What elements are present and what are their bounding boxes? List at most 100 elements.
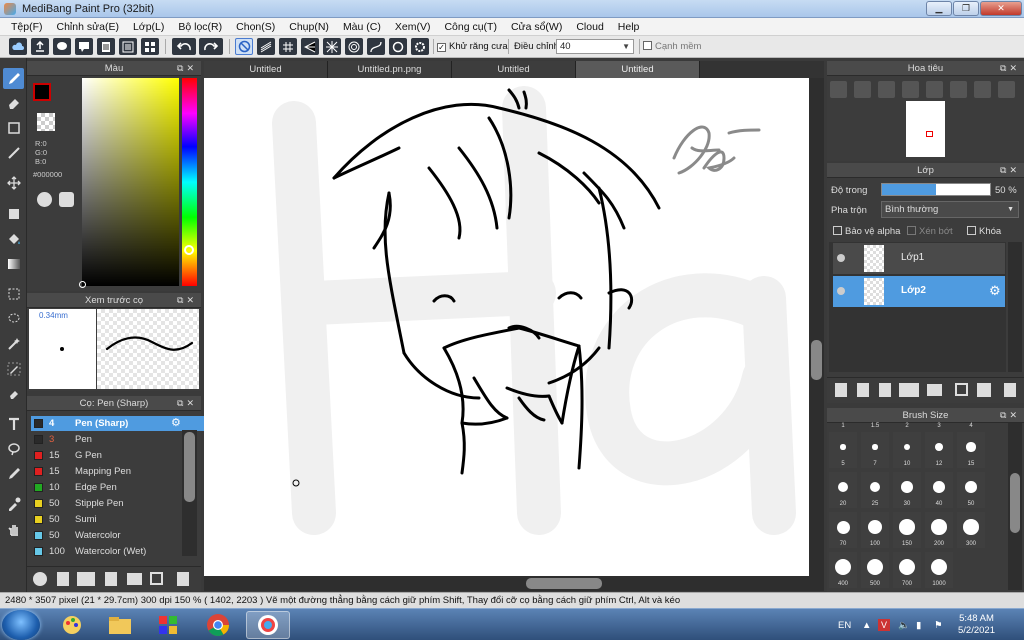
canvas-vertical-scrollbar[interactable] [809, 78, 824, 576]
duplicate-layer-icon[interactable] [955, 383, 968, 396]
minimize-button[interactable]: ▁ [926, 1, 952, 16]
actual-size-icon[interactable] [950, 81, 967, 98]
speech-icon[interactable] [75, 38, 93, 55]
tray-expand-icon[interactable]: ▲ [862, 609, 871, 640]
trash-icon[interactable] [1004, 383, 1016, 397]
add-brush-menu-icon[interactable] [77, 572, 95, 586]
brush-size-cell[interactable]: 25 [861, 472, 889, 508]
close-button[interactable]: ✕ [980, 1, 1022, 16]
tab-untitled-png[interactable]: Untitled.pn.png [328, 61, 452, 78]
brush-size-cell[interactable]: 300 [957, 512, 985, 548]
undo-icon[interactable] [172, 38, 196, 55]
new-brush-icon[interactable] [57, 572, 69, 586]
tab-untitled-2[interactable]: Untitled [452, 61, 576, 78]
rotate-right-icon[interactable] [974, 81, 991, 98]
menu-file[interactable]: Tệp(F) [4, 18, 50, 35]
ellipse-snap-icon[interactable] [389, 38, 407, 55]
menu-view[interactable]: Xem(V) [388, 18, 438, 35]
comment-icon[interactable] [53, 38, 71, 55]
edge-checkbox[interactable]: Cạnh mềm [643, 41, 701, 52]
hue-slider[interactable] [182, 78, 197, 286]
line-tool-icon[interactable] [3, 142, 24, 163]
zoom-in-icon[interactable] [854, 81, 871, 98]
brush-size-cell[interactable]: 1000 [925, 552, 953, 588]
brush-item[interactable]: 3 Pen [31, 432, 207, 447]
panel-close-icon[interactable]: ⧉✕ [177, 293, 197, 308]
redo-icon[interactable] [199, 38, 223, 55]
clipping-checkbox[interactable]: Xén bớt [907, 226, 953, 237]
zoom-fit-icon[interactable] [830, 81, 847, 98]
opacity-slider[interactable] [881, 183, 991, 196]
menu-edit[interactable]: Chỉnh sửa(E) [50, 18, 126, 35]
brush-size-cell[interactable]: 200 [925, 512, 953, 548]
bucket-tool-icon[interactable] [3, 228, 24, 249]
brush-size-cell[interactable]: 70 [829, 512, 857, 548]
restore-button[interactable]: ❐ [953, 1, 979, 16]
brush-item[interactable]: 50 Sumi [31, 512, 207, 527]
perspective-snap-icon[interactable] [301, 38, 319, 55]
select-pen-tool-icon[interactable] [3, 358, 24, 379]
flag-icon[interactable]: ⚑ [934, 609, 943, 640]
layer-list-scrollbar[interactable] [1008, 242, 1022, 372]
curve-snap-icon[interactable] [367, 38, 385, 55]
tab-untitled-1[interactable]: Untitled [204, 61, 328, 78]
brush-size-cell[interactable]: 10 [893, 432, 921, 468]
zoom-out-icon[interactable] [902, 81, 919, 98]
saturation-value-picker[interactable] [79, 78, 179, 288]
gradient-tool-icon[interactable] [3, 253, 24, 274]
divide-tool-icon[interactable] [3, 463, 24, 484]
dot-tool-icon[interactable] [3, 117, 24, 138]
menu-filter[interactable]: Bộ lọc(R) [171, 18, 229, 35]
primary-color-swatch[interactable] [33, 83, 51, 101]
merge-layer-icon[interactable] [977, 383, 991, 397]
brush-size-cell[interactable]: 12 [925, 432, 953, 468]
brush-item-selected[interactable]: 4 Pen (Sharp) ⚙ [31, 416, 207, 431]
brush-size-cell[interactable]: 15 [957, 432, 985, 468]
brush-size-label[interactable]: 4 [957, 423, 985, 429]
vscroll-thumb[interactable] [811, 340, 822, 380]
new-color-layer-icon[interactable] [857, 383, 869, 397]
panel-close-icon[interactable]: ⧉✕ [1000, 163, 1020, 178]
brush-tool-icon[interactable] [3, 68, 24, 89]
brush-item[interactable]: 50 Stipple Pen [31, 496, 207, 511]
menu-select[interactable]: Chọn(S) [229, 18, 282, 35]
panel-close-icon[interactable]: ⧉✕ [1000, 408, 1020, 423]
add-layer-menu-icon[interactable] [899, 383, 919, 397]
snap-settings-icon[interactable] [411, 38, 429, 55]
antivirus-icon[interactable]: V [878, 609, 890, 640]
move-tool-icon[interactable] [3, 172, 24, 193]
trash-icon[interactable] [177, 572, 189, 586]
viewport-indicator[interactable] [926, 131, 933, 137]
grid-snap-icon[interactable] [279, 38, 297, 55]
fit-window-icon[interactable] [878, 81, 895, 98]
network-icon[interactable]: ▮ [916, 609, 921, 640]
brush-item[interactable]: 15 G Pen [31, 448, 207, 463]
medibang-app-icon[interactable] [246, 611, 290, 639]
photos-app-icon[interactable] [146, 611, 190, 639]
tab-untitled-3[interactable]: Untitled [576, 61, 700, 78]
brush-size-cell[interactable]: 5 [829, 432, 857, 468]
brush-item[interactable]: 100 Watercolor (Wet) [31, 544, 207, 559]
eyedropper-tool-icon[interactable] [3, 493, 24, 514]
eraser-tool-icon[interactable] [3, 92, 24, 113]
brush-size-label[interactable]: 1.5 [861, 423, 889, 429]
radial-snap-icon[interactable] [323, 38, 341, 55]
folder-icon[interactable] [127, 573, 142, 585]
menu-window[interactable]: Cửa sổ(W) [504, 18, 569, 35]
new-layer-icon[interactable] [835, 383, 847, 397]
brush-size-cell[interactable]: 30 [893, 472, 921, 508]
paint-app-icon[interactable] [50, 611, 94, 639]
antialias-checkbox[interactable]: ✓ Khử răng cưa [437, 41, 508, 52]
text-tool-icon[interactable] [3, 413, 24, 434]
menu-tools[interactable]: Công cụ(T) [437, 18, 504, 35]
select-eraser-tool-icon[interactable] [3, 383, 24, 404]
file-explorer-icon[interactable] [98, 611, 142, 639]
upload-icon[interactable] [31, 38, 49, 55]
drawing-canvas[interactable] [204, 78, 809, 576]
panel-close-icon[interactable]: ⧉✕ [1000, 61, 1020, 76]
brush-size-cell[interactable]: 400 [829, 552, 857, 588]
eye-icon[interactable] [837, 254, 845, 262]
layer-row-selected[interactable]: Lớp2 ⚙ [833, 276, 1005, 307]
rotate-left-icon[interactable] [926, 81, 943, 98]
transparent-color-swatch[interactable] [37, 113, 55, 131]
